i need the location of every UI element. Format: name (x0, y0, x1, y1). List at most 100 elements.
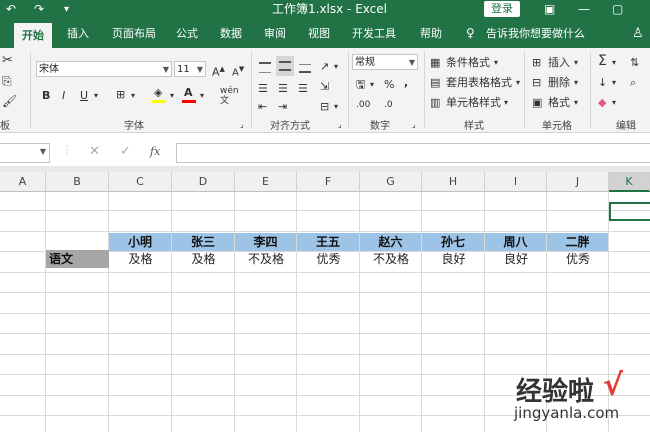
format-as-table-button[interactable]: 套用表格格式 (446, 76, 512, 90)
grade-cell[interactable]: 不及格 (235, 250, 297, 268)
autosum-icon[interactable]: Σ (598, 54, 607, 68)
borders-icon[interactable]: ⊞ (116, 88, 125, 102)
tab-home[interactable]: 开始 (14, 23, 52, 48)
column-header[interactable]: H (422, 172, 485, 192)
decrease-indent-icon[interactable]: ⇤ (258, 100, 267, 114)
delete-cells-button[interactable]: 删除 (548, 76, 570, 90)
tab-view[interactable]: 视图 (308, 19, 330, 48)
customize-quick-access-icon[interactable]: ▾ (64, 1, 69, 18)
chevron-down-icon[interactable]: ▼ (40, 147, 46, 156)
ribbon-display-options-icon[interactable]: ▣ (544, 1, 555, 18)
name-header-cell[interactable]: 周八 (485, 233, 547, 251)
grade-cell[interactable]: 优秀 (297, 250, 360, 268)
minimize-icon[interactable]: — (578, 1, 590, 18)
chevron-down-icon[interactable]: ▾ (200, 89, 204, 103)
clear-icon[interactable]: ◆ (598, 96, 606, 110)
comma-style-icon[interactable]: , (404, 76, 408, 90)
sort-filter-icon[interactable]: ⇅ (630, 56, 639, 70)
italic-icon[interactable]: I (62, 89, 65, 103)
format-cells-button[interactable]: 格式 (548, 96, 570, 110)
column-header[interactable]: D (172, 172, 235, 192)
grade-cell[interactable]: 不及格 (360, 250, 422, 268)
underline-icon[interactable]: U (80, 89, 88, 103)
fill-icon[interactable]: ↓ (598, 76, 607, 90)
increase-font-size-icon[interactable]: A▲ (212, 62, 225, 80)
number-format-combo[interactable]: 常规 ▼ (352, 54, 418, 70)
format-painter-icon[interactable]: 🖌 (2, 94, 17, 108)
find-select-icon[interactable]: ⌕ (630, 76, 636, 90)
grade-cell[interactable]: 良好 (485, 250, 547, 268)
cell-styles-button[interactable]: 单元格样式 (446, 96, 501, 110)
chevron-down-icon[interactable]: ▾ (612, 56, 616, 70)
align-center-icon[interactable]: ☰ (278, 82, 288, 96)
bold-icon[interactable]: B (42, 89, 50, 103)
cut-icon[interactable]: ✂ (2, 54, 13, 68)
chevron-down-icon[interactable]: ▾ (94, 89, 98, 103)
column-header[interactable]: G (360, 172, 422, 192)
grade-cell[interactable]: 及格 (172, 250, 235, 268)
accounting-format-icon[interactable]: 🖫 (356, 78, 365, 92)
percent-icon[interactable]: % (384, 78, 394, 92)
tab-insert[interactable]: 插入 (67, 19, 89, 48)
chevron-down-icon[interactable]: ▾ (170, 89, 174, 103)
chevron-down-icon[interactable]: ▾ (334, 100, 338, 114)
copy-icon[interactable]: ⎘ (2, 74, 12, 88)
column-header[interactable]: A (0, 172, 46, 192)
worksheet-grid[interactable]: ABCDEFGHIJK 小明 张三 李四 王五 赵六 孙七 周八 二胖 语文 及格 及格 不及格优… (0, 166, 650, 432)
column-header[interactable]: K (609, 172, 650, 192)
enter-icon[interactable]: ✓ (120, 144, 131, 159)
chevron-down-icon[interactable]: ▾ (131, 89, 135, 103)
chevron-down-icon[interactable]: ▾ (370, 78, 374, 92)
column-header[interactable]: J (547, 172, 609, 192)
row-label-cell[interactable]: 语文 (46, 250, 109, 268)
name-header-cell[interactable]: 二胖 (547, 233, 609, 251)
format-as-table-icon[interactable]: ▤ (430, 76, 440, 90)
maximize-icon[interactable]: ▢ (612, 1, 623, 18)
tab-review[interactable]: 审阅 (264, 19, 286, 48)
tab-help[interactable]: 帮助 (420, 19, 442, 48)
column-header[interactable]: B (46, 172, 109, 192)
align-right-icon[interactable]: ☰ (298, 82, 308, 96)
grade-cell[interactable]: 良好 (422, 250, 485, 268)
tell-me-search[interactable]: 告诉我你想要做什么 (486, 19, 585, 48)
decrease-font-size-icon[interactable]: A▼ (232, 62, 244, 80)
align-left-icon[interactable]: ☰ (258, 82, 268, 96)
tab-formulas[interactable]: 公式 (176, 19, 198, 48)
fill-color-icon[interactable]: ◈ (154, 86, 162, 100)
chevron-down-icon[interactable]: ▾ (334, 60, 338, 74)
font-dialog-launcher-icon[interactable]: ⌟ (240, 118, 244, 132)
tab-developer[interactable]: 开发工具 (352, 19, 396, 48)
orientation-icon[interactable]: ↗ (320, 60, 329, 74)
chevron-down-icon[interactable]: ▾ (612, 96, 616, 110)
font-name-combo[interactable]: 宋体 ▼ (36, 61, 172, 77)
undo-icon[interactable]: ↶ (6, 1, 16, 18)
formula-input[interactable] (176, 143, 650, 163)
name-header-cell[interactable]: 张三 (172, 233, 235, 251)
conditional-formatting-button[interactable]: 条件格式 (446, 56, 490, 70)
name-box[interactable]: ▼ (0, 143, 50, 163)
name-header-cell[interactable]: 小明 (109, 233, 172, 251)
decrease-decimal-icon[interactable]: .0 (384, 98, 393, 112)
grade-cell[interactable]: 及格 (109, 250, 172, 268)
login-button[interactable]: 登录 (484, 1, 520, 17)
align-bottom-icon[interactable] (296, 58, 314, 76)
cancel-icon[interactable]: ✕ (89, 144, 100, 159)
column-header[interactable]: I (485, 172, 547, 192)
align-top-icon[interactable] (256, 58, 274, 76)
insert-cells-button[interactable]: 插入 (548, 56, 570, 70)
merge-center-icon[interactable]: ⊟ (320, 100, 329, 114)
phonetic-guide-icon[interactable]: wén 文 (220, 86, 239, 106)
number-dialog-launcher-icon[interactable]: ⌟ (412, 118, 416, 132)
increase-indent-icon[interactable]: ⇥ (278, 100, 287, 114)
conditional-formatting-icon[interactable]: ▦ (430, 56, 440, 70)
name-header-cell[interactable]: 孙七 (422, 233, 485, 251)
chevron-down-icon[interactable]: ▾ (612, 76, 616, 90)
tab-data[interactable]: 数据 (220, 19, 242, 48)
align-middle-icon[interactable] (276, 56, 294, 76)
increase-decimal-icon[interactable]: .00 (356, 98, 370, 112)
name-header-cell[interactable]: 王五 (297, 233, 360, 251)
tab-page-layout[interactable]: 页面布局 (112, 19, 156, 48)
alignment-dialog-launcher-icon[interactable]: ⌟ (338, 118, 342, 132)
wrap-text-icon[interactable]: ⇲ (320, 80, 329, 94)
font-color-icon[interactable]: A (184, 86, 193, 100)
